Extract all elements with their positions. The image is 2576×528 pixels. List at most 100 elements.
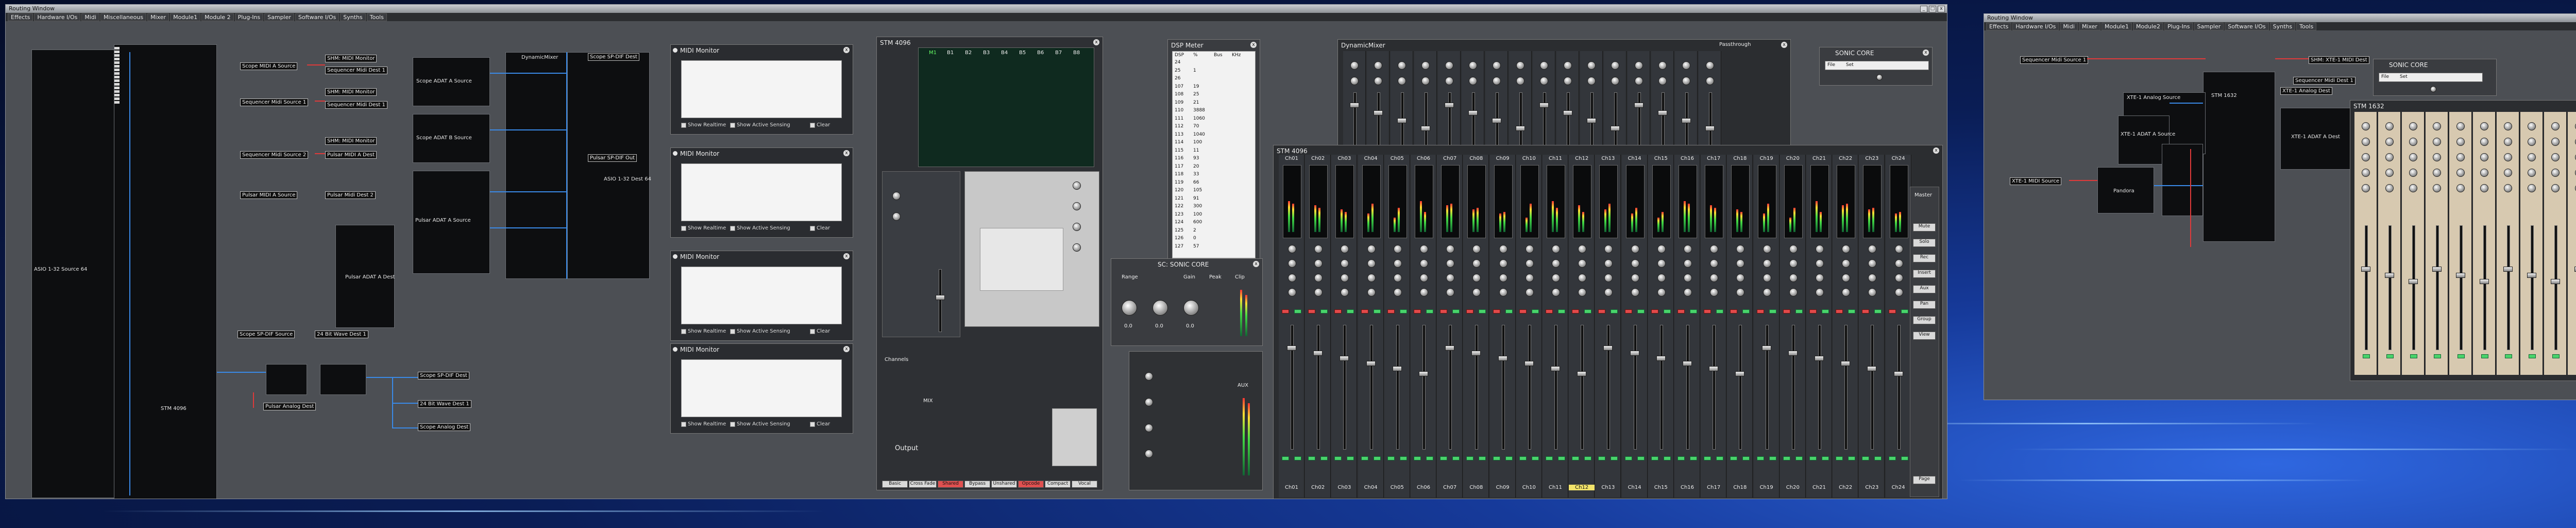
eq-knob[interactable]	[2456, 122, 2465, 130]
send-knob[interactable]	[1762, 274, 1771, 282]
channel-led[interactable]	[1320, 456, 1328, 460]
channel-select-button[interactable]: Ch02	[1305, 485, 1331, 490]
fader-cap[interactable]	[1658, 110, 1667, 116]
channel-led[interactable]	[1531, 456, 1539, 460]
channel-fader[interactable]	[2365, 225, 2368, 350]
fader-cap[interactable]	[2385, 273, 2394, 278]
eq-knob[interactable]	[1073, 223, 1081, 231]
channel-led[interactable]	[1624, 456, 1632, 460]
channel-fader[interactable]	[1897, 325, 1901, 450]
send-knob[interactable]	[1393, 245, 1402, 253]
eq-knob[interactable]	[2385, 122, 2394, 130]
scope-spdif-dest-node[interactable]: Scope SP-DIF Dest	[418, 372, 469, 380]
wire[interactable]	[2069, 180, 2097, 181]
channel-fader[interactable]	[1607, 325, 1611, 450]
menu-plugins[interactable]: Plug-Ins	[234, 13, 264, 21]
aux-knob[interactable]	[1145, 450, 1153, 458]
channel-select-button[interactable]: Ch18	[1727, 485, 1753, 490]
mute-led[interactable]	[1308, 309, 1316, 314]
eq-knob[interactable]	[2528, 138, 2536, 146]
send-knob[interactable]	[1393, 274, 1402, 282]
channel-led[interactable]	[1584, 456, 1592, 460]
channel-fader[interactable]	[1614, 92, 1617, 150]
channel-led[interactable]	[1637, 456, 1645, 460]
send-knob[interactable]	[1710, 274, 1719, 282]
send-knob[interactable]	[1604, 288, 1613, 296]
channel-select-button[interactable]: Ch23	[1859, 485, 1885, 490]
send-knob[interactable]	[1631, 245, 1639, 253]
pan-knob[interactable]	[1635, 77, 1643, 85]
window-titlebar[interactable]: Routing Window _ □ x	[1984, 14, 2576, 22]
fader-cap[interactable]	[1340, 356, 1349, 361]
channel-led[interactable]	[1756, 456, 1764, 460]
send-knob[interactable]	[1499, 288, 1507, 296]
close-icon[interactable]: x	[843, 346, 850, 352]
channel-led[interactable]	[1426, 456, 1433, 460]
eq-knob[interactable]	[2551, 169, 2560, 177]
wire[interactable]	[217, 372, 266, 373]
mute-led[interactable]	[1546, 309, 1553, 314]
fader-cap[interactable]	[936, 295, 945, 300]
mute-led[interactable]	[1888, 309, 1896, 314]
eq-knob[interactable]	[2362, 184, 2370, 192]
menu-module1[interactable]: Module1	[170, 13, 201, 21]
channel-led[interactable]	[1783, 456, 1790, 460]
send-knob[interactable]	[1684, 274, 1692, 282]
send-knob[interactable]	[1816, 259, 1824, 268]
close-icon[interactable]: x	[843, 253, 850, 259]
solo-led[interactable]	[1769, 309, 1776, 314]
channel-fader[interactable]	[1581, 325, 1584, 450]
mute-led[interactable]	[1624, 309, 1632, 314]
gain-knob[interactable]	[892, 212, 901, 221]
fader-cap[interactable]	[1611, 126, 1620, 131]
mute-led[interactable]	[1809, 309, 1817, 314]
channel-led[interactable]	[1730, 456, 1738, 460]
send-knob[interactable]	[1710, 259, 1719, 268]
fader-cap[interactable]	[1841, 361, 1851, 366]
pan-knob[interactable]	[1421, 77, 1430, 85]
router-node[interactable]	[320, 364, 366, 395]
send-knob[interactable]	[1604, 274, 1613, 282]
channel-fader[interactable]	[2460, 225, 2463, 350]
send-knob[interactable]	[1314, 259, 1323, 268]
show-realtime-checkbox[interactable]: Show Realtime	[681, 421, 726, 427]
wire[interactable]	[2154, 185, 2203, 186]
wire[interactable]	[315, 101, 325, 102]
send-knob[interactable]	[1762, 259, 1771, 268]
wire[interactable]	[490, 129, 567, 130]
router-node[interactable]	[266, 364, 307, 395]
gain-knob[interactable]	[892, 192, 901, 200]
eq-knob[interactable]	[2480, 169, 2488, 177]
send-knob[interactable]	[1816, 245, 1824, 253]
fader-cap[interactable]	[1350, 103, 1359, 108]
channel-select-button[interactable]: Ch14	[1622, 485, 1648, 490]
close-icon[interactable]: x	[1093, 39, 1099, 45]
send-knob[interactable]	[1657, 259, 1666, 268]
eq-knob[interactable]	[2551, 184, 2560, 192]
send-knob[interactable]	[1420, 245, 1428, 253]
channel-fader[interactable]	[1501, 325, 1505, 450]
fader-cap[interactable]	[1867, 366, 1877, 371]
send-knob[interactable]	[1706, 61, 1714, 70]
send-knob[interactable]	[1578, 274, 1587, 282]
send-knob[interactable]	[1499, 245, 1507, 253]
send-knob[interactable]	[1762, 288, 1771, 296]
send-knob[interactable]	[1682, 61, 1690, 70]
send-knob[interactable]	[1710, 245, 1719, 253]
send-knob[interactable]	[1393, 288, 1402, 296]
send-knob[interactable]	[1525, 288, 1534, 296]
sequencer-midi-source-2-node[interactable]: Sequencer Midi Source 2	[240, 151, 309, 159]
fader-cap[interactable]	[1524, 361, 1534, 366]
send-knob[interactable]	[1421, 61, 1430, 70]
channel-select-button[interactable]: Ch12	[1569, 485, 1595, 490]
channel-led[interactable]	[1795, 456, 1803, 460]
send-knob[interactable]	[1446, 274, 1455, 282]
menu-sampler[interactable]: Sampler	[2194, 23, 2224, 30]
pulsar-midi-dest-2-node[interactable]: Pulsar Midi Dest 2	[325, 191, 376, 199]
channel-led[interactable]	[1493, 456, 1500, 460]
channel-fader[interactable]	[1871, 325, 1874, 450]
fader-cap[interactable]	[1421, 126, 1430, 131]
compact-button[interactable]: Compact	[1045, 481, 1071, 488]
show-realtime-checkbox[interactable]: Show Realtime	[681, 122, 726, 128]
send-knob[interactable]	[1789, 274, 1798, 282]
